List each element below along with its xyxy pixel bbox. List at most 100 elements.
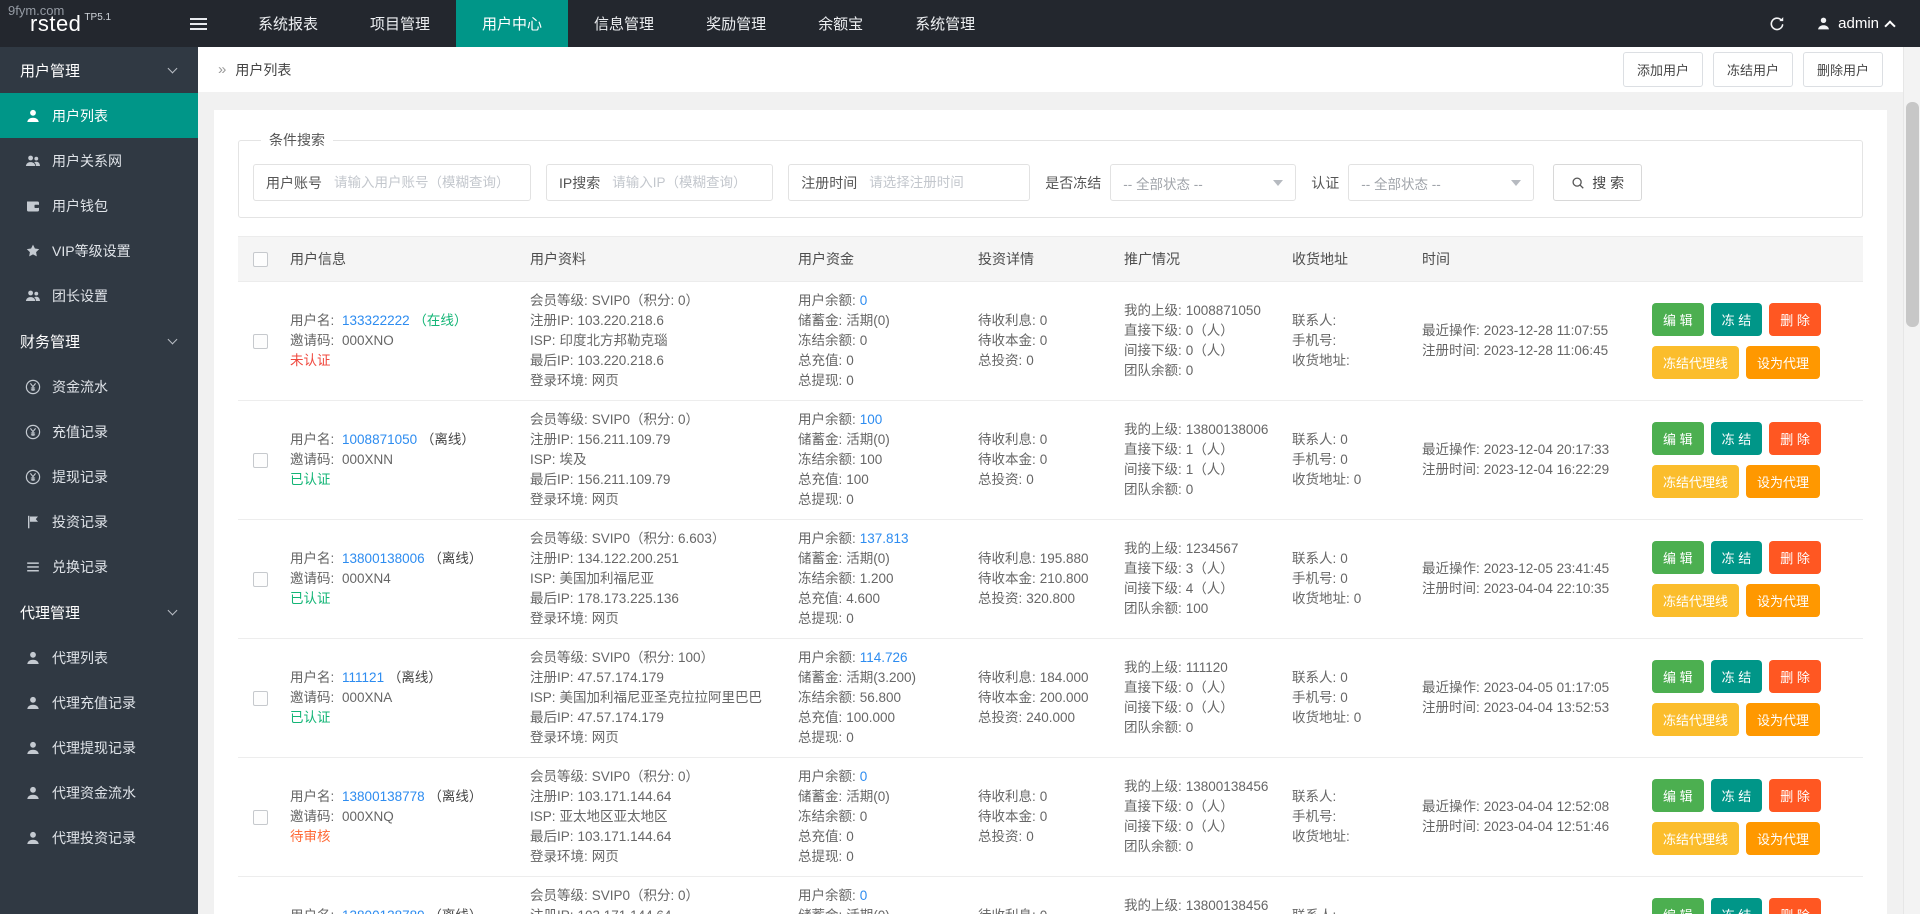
sidebar-item-2-2[interactable]: 代理提现记录 xyxy=(0,725,198,770)
delete-button[interactable]: 删 除 xyxy=(1769,779,1821,812)
table-row: 用户名: 13800138789 （离线） 会员等级:SVIP0（积分: 0）注… xyxy=(238,877,1863,914)
username-link[interactable]: 133322222 xyxy=(342,313,410,328)
set-agent-button[interactable]: 设为代理 xyxy=(1746,703,1821,736)
user-icon xyxy=(25,695,41,711)
admin-menu[interactable]: admin xyxy=(1816,15,1896,32)
scrollbar-thumb[interactable] xyxy=(1906,102,1919,327)
amount-link[interactable]: 0 xyxy=(860,888,868,903)
topnav-item-0[interactable]: 系统报表 xyxy=(232,0,344,47)
set-agent-button[interactable]: 设为代理 xyxy=(1746,822,1821,855)
time-cell: 最近操作: 2023-04-04 12:52:08 注册时间: 2023-04-04 … xyxy=(1414,758,1644,876)
amount-link[interactable]: 137.813 xyxy=(860,531,909,546)
topnav-item-5[interactable]: 余额宝 xyxy=(792,0,889,47)
username-link[interactable]: 13800138778 xyxy=(342,789,425,804)
freeze-button[interactable]: 冻 结 xyxy=(1710,303,1763,336)
edit-button[interactable]: 编 辑 xyxy=(1652,303,1704,336)
freeze-button[interactable]: 冻 结 xyxy=(1710,898,1763,914)
select-value: -- 全部状态 -- xyxy=(1123,176,1203,192)
promo-line: 直接下级: 3（人） xyxy=(1124,559,1276,579)
row-checkbox[interactable] xyxy=(252,333,268,349)
profile-line: 登录环境: 网页 xyxy=(530,847,782,867)
freeze-agent-line-button[interactable]: 冻结代理线 xyxy=(1652,703,1740,736)
freeze-user-button[interactable]: 冻结用户 xyxy=(1712,52,1793,87)
row-checkbox[interactable] xyxy=(252,690,268,706)
row-checkbox[interactable] xyxy=(252,809,268,825)
sidebar-item-2-3[interactable]: 代理资金流水 xyxy=(0,770,198,815)
hamburger-icon[interactable] xyxy=(172,0,224,47)
sidebar-item-2-4[interactable]: 代理投资记录 xyxy=(0,815,198,860)
sidebar-item-1-1[interactable]: 充值记录 xyxy=(0,409,198,454)
set-agent-button[interactable]: 设为代理 xyxy=(1746,465,1821,498)
freeze-button[interactable]: 冻 结 xyxy=(1710,422,1763,455)
sidebar-item-0-4[interactable]: 团长设置 xyxy=(0,273,198,318)
topnav-item-6[interactable]: 系统管理 xyxy=(889,0,1001,47)
field-value: 0 xyxy=(1039,452,1048,467)
edit-button[interactable]: 编 辑 xyxy=(1652,779,1704,812)
profile-line: ISP: 美国加利福尼亚圣克拉拉阿里巴巴 xyxy=(530,688,782,708)
account-input[interactable] xyxy=(334,165,530,200)
amount-link[interactable]: 0 xyxy=(860,293,868,308)
sidebar-item-0-1[interactable]: 用户关系网 xyxy=(0,138,198,183)
username-link[interactable]: 1008871050 xyxy=(342,432,417,447)
sidebar-item-2-1[interactable]: 代理充值记录 xyxy=(0,680,198,725)
amount-link[interactable]: 0 xyxy=(860,769,868,784)
sidebar-item-0-3[interactable]: VIP等级设置 xyxy=(0,228,198,273)
sidebar-item-1-3[interactable]: 投资记录 xyxy=(0,499,198,544)
freeze-agent-line-button[interactable]: 冻结代理线 xyxy=(1652,346,1740,379)
delete-button[interactable]: 删 除 xyxy=(1769,541,1821,574)
freeze-button[interactable]: 冻 结 xyxy=(1710,541,1763,574)
topnav-item-2[interactable]: 用户中心 xyxy=(456,0,569,47)
sidebar-item-1-0[interactable]: 资金流水 xyxy=(0,364,198,409)
sidebar-item-1-4[interactable]: 兑换记录 xyxy=(0,544,198,589)
amount-link[interactable]: 114.726 xyxy=(860,650,908,665)
topnav-item-1[interactable]: 项目管理 xyxy=(344,0,456,47)
edit-button[interactable]: 编 辑 xyxy=(1652,541,1704,574)
field-value: SVIP0（积分: 6.603） xyxy=(591,531,726,546)
freeze-button[interactable]: 冻 结 xyxy=(1710,779,1763,812)
sidebar-group-2[interactable]: 代理管理 xyxy=(0,589,198,635)
field-label: 团队余额: xyxy=(1124,839,1182,854)
topnav-item-3[interactable]: 信息管理 xyxy=(568,0,680,47)
sidebar-item-0-2[interactable]: 用户钱包 xyxy=(0,183,198,228)
refresh-icon[interactable] xyxy=(1768,15,1786,33)
topnav-item-4[interactable]: 奖励管理 xyxy=(680,0,792,47)
user-table-body: 用户名: 133322222 （在线） 邀请码: 000XNO 未认证 会员等级… xyxy=(238,282,1863,914)
freeze-button[interactable]: 冻 结 xyxy=(1710,660,1763,693)
delete-button[interactable]: 删 除 xyxy=(1769,422,1821,455)
username-link[interactable]: 13800138789 xyxy=(342,908,425,914)
row-checkbox[interactable] xyxy=(252,452,268,468)
sidebar-group-1[interactable]: 财务管理 xyxy=(0,318,198,364)
set-agent-button[interactable]: 设为代理 xyxy=(1746,584,1821,617)
delete-button[interactable]: 删 除 xyxy=(1769,303,1821,336)
sidebar-item-1-2[interactable]: 提现记录 xyxy=(0,454,198,499)
sidebar-item-2-0[interactable]: 代理列表 xyxy=(0,635,198,680)
edit-button[interactable]: 编 辑 xyxy=(1652,660,1704,693)
add-user-button[interactable]: 添加用户 xyxy=(1622,52,1703,87)
auth-status: 未认证 xyxy=(290,353,331,368)
page-scrollbar[interactable] xyxy=(1903,47,1920,914)
search-button[interactable]: 搜 索 xyxy=(1553,164,1643,201)
delete-button[interactable]: 删 除 xyxy=(1769,660,1821,693)
address-line: 联系人: xyxy=(1292,787,1406,807)
delete-user-button[interactable]: 删除用户 xyxy=(1802,52,1883,87)
sidebar-group-0[interactable]: 用户管理 xyxy=(0,47,198,93)
set-agent-button[interactable]: 设为代理 xyxy=(1746,346,1821,379)
field-label: 会员等级: xyxy=(530,293,588,308)
edit-button[interactable]: 编 辑 xyxy=(1652,422,1704,455)
field-value: 0（人） xyxy=(1185,323,1234,338)
ip-input[interactable] xyxy=(612,165,773,200)
sidebar-item-0-0[interactable]: 用户列表 xyxy=(0,93,198,138)
freeze-agent-line-button[interactable]: 冻结代理线 xyxy=(1652,465,1740,498)
freeze-agent-line-button[interactable]: 冻结代理线 xyxy=(1652,822,1740,855)
username-link[interactable]: 111121 xyxy=(342,670,384,685)
username-link[interactable]: 13800138006 xyxy=(342,551,425,566)
freeze-agent-line-button[interactable]: 冻结代理线 xyxy=(1652,584,1740,617)
select-all-checkbox[interactable] xyxy=(252,251,268,267)
row-checkbox[interactable] xyxy=(252,571,268,587)
delete-button[interactable]: 删 除 xyxy=(1769,898,1821,914)
edit-button[interactable]: 编 辑 xyxy=(1652,898,1704,914)
regtime-input[interactable] xyxy=(869,165,1030,200)
auth-status-select[interactable]: -- 全部状态 -- xyxy=(1348,164,1535,201)
amount-link[interactable]: 100 xyxy=(860,412,883,427)
freeze-status-select[interactable]: -- 全部状态 -- xyxy=(1110,164,1297,201)
